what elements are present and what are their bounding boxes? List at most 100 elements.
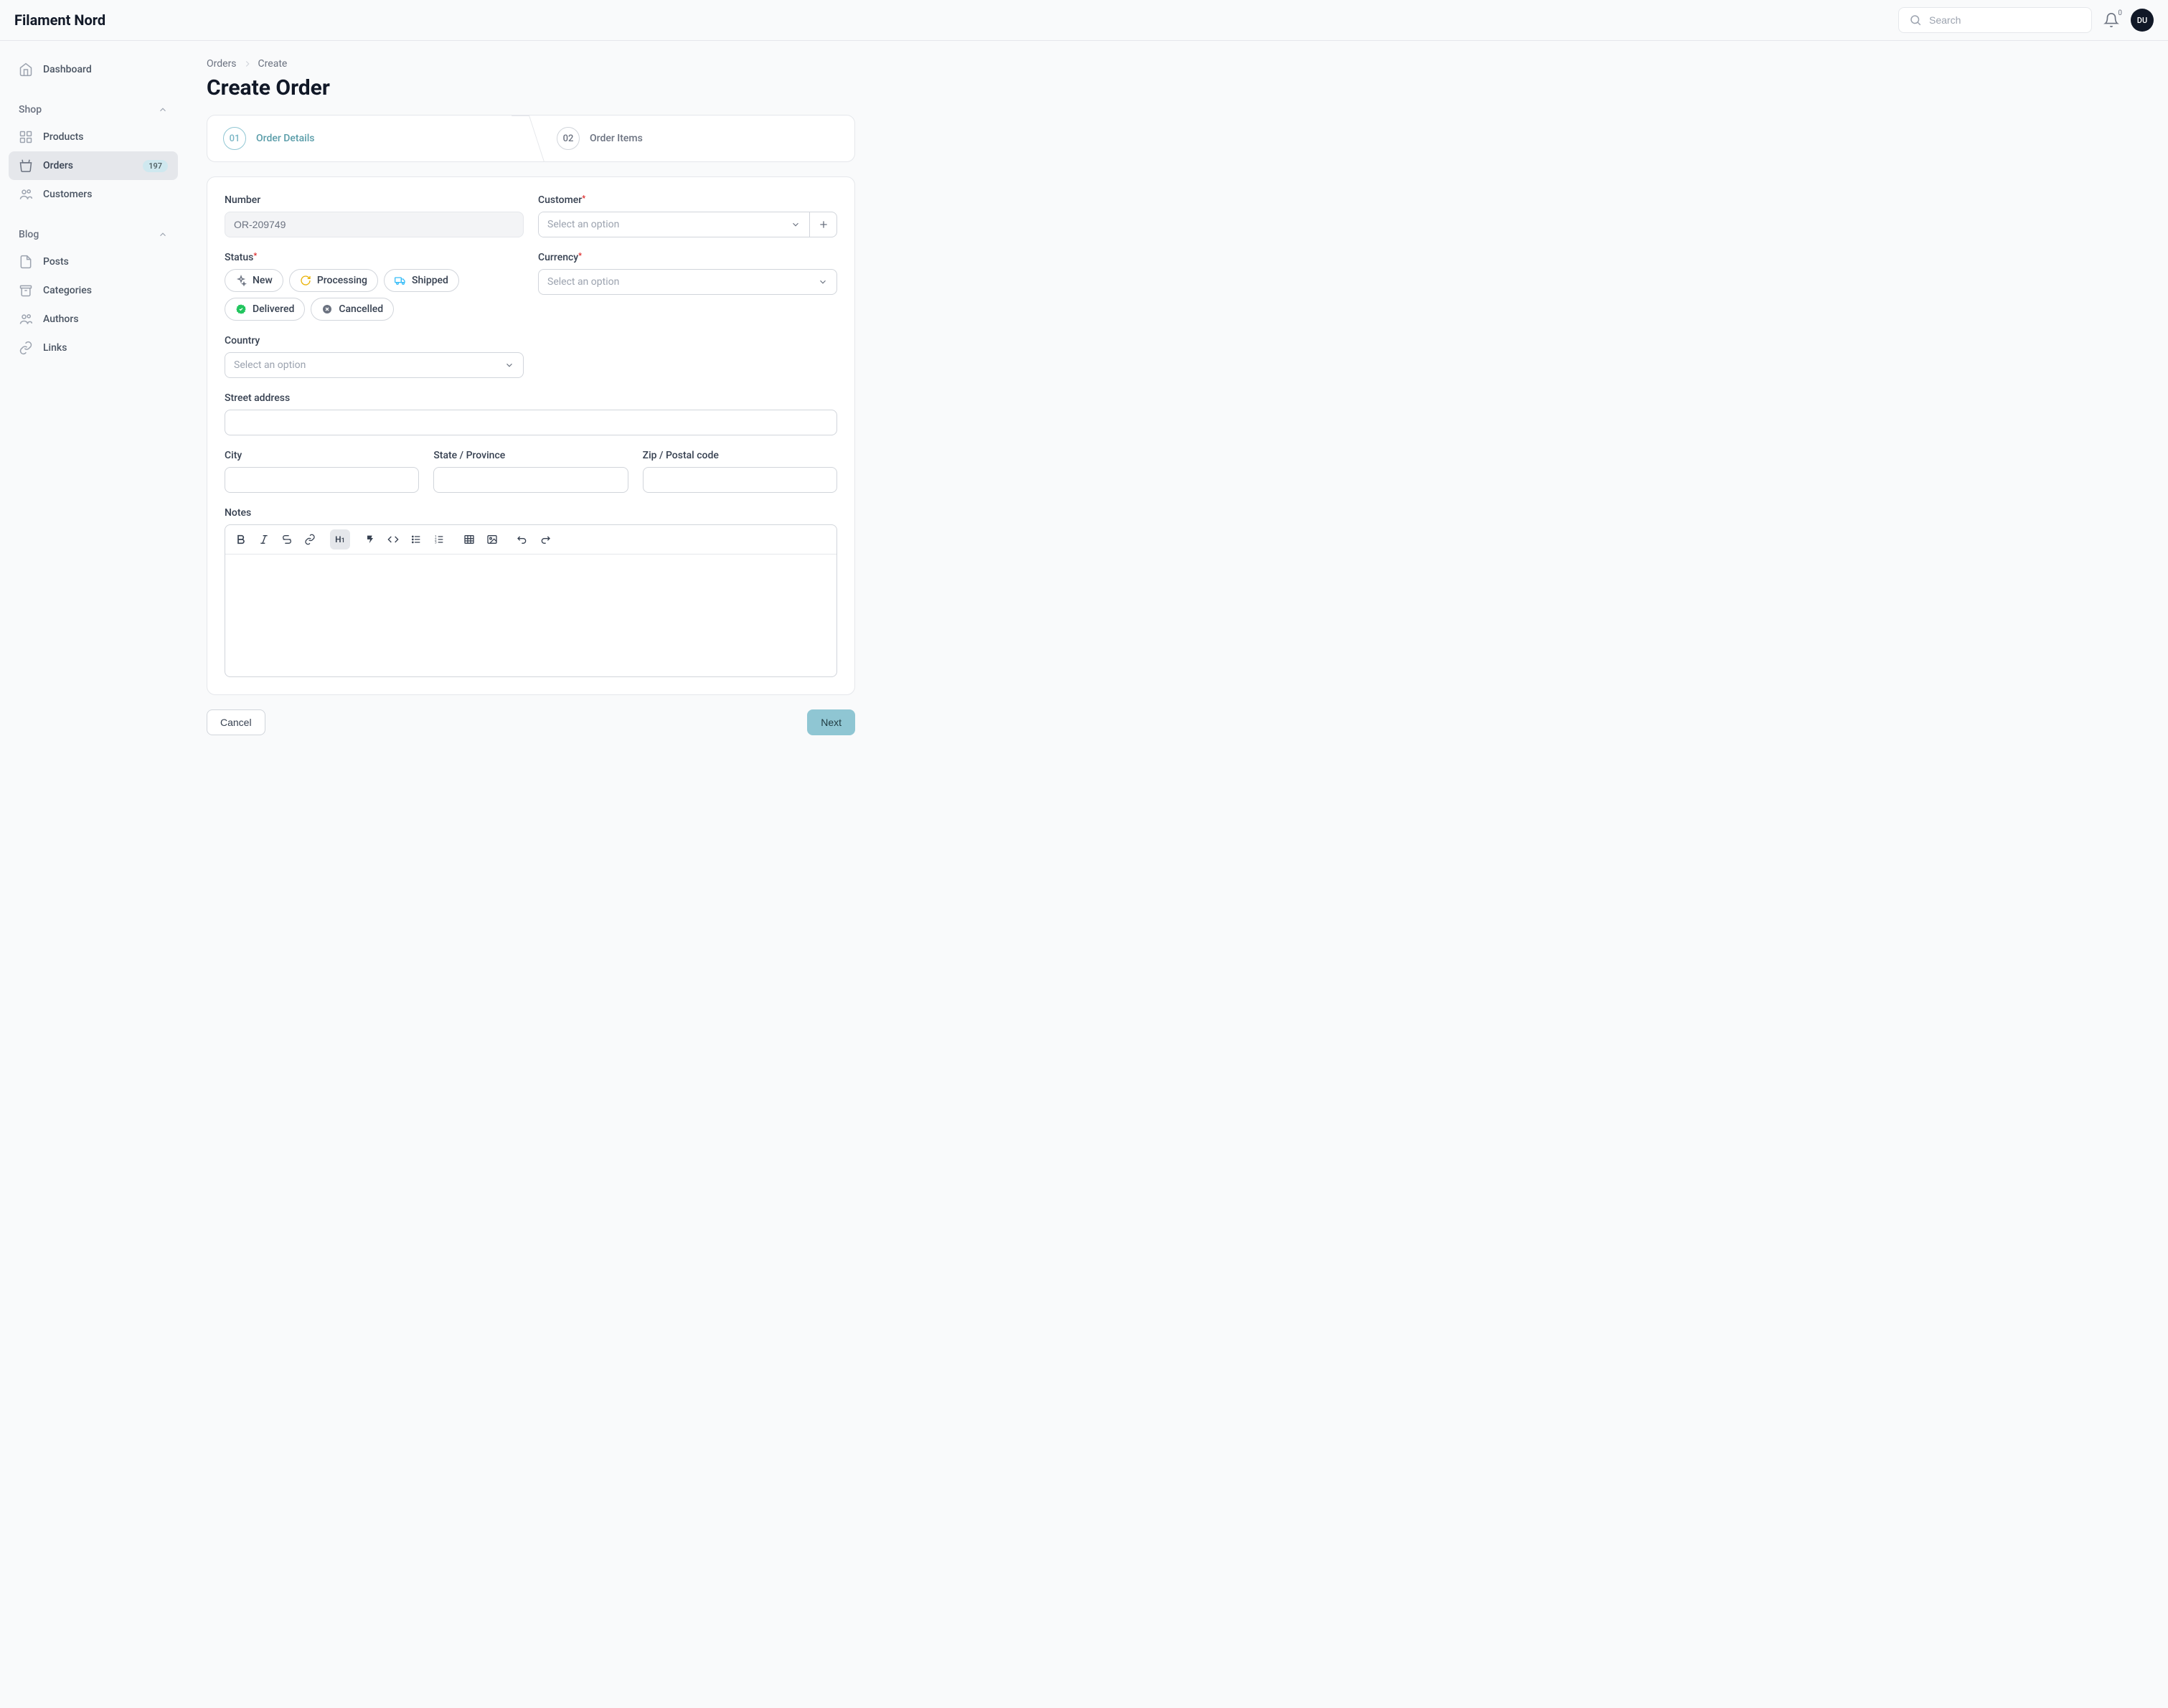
image-button[interactable] [482,529,502,549]
notifications-button[interactable]: 0 [2103,12,2119,28]
status-option-new[interactable]: New [225,269,283,292]
undo-button[interactable] [512,529,532,549]
topbar-right: 0 DU [1898,7,2154,33]
breadcrumb-current: Create [258,58,288,70]
status-option-cancelled[interactable]: Cancelled [311,298,394,321]
check-badge-icon [235,303,247,315]
next-button[interactable]: Next [807,709,855,735]
step-label: Order Details [256,133,314,144]
country-select[interactable]: Select an option [225,352,524,378]
truck-icon [395,275,406,286]
chevron-right-icon [242,59,253,69]
link-button[interactable] [300,529,320,549]
chevron-down-icon [504,360,514,370]
refresh-icon [300,275,311,286]
sidebar-item-label: Posts [43,256,168,268]
notes-body[interactable] [225,555,836,676]
field-city: City [225,450,419,493]
customer-label: Customer* [538,194,837,206]
redo-button[interactable] [535,529,555,549]
search-input[interactable] [1929,14,2081,26]
number-input [225,212,524,237]
breadcrumb-parent[interactable]: Orders [207,58,237,70]
sidebar-item-label: Categories [43,285,168,296]
currency-select[interactable]: Select an option [538,269,837,295]
cancel-button[interactable]: Cancel [207,709,265,735]
zip-label: Zip / Postal code [643,450,837,461]
quote-icon [364,534,376,545]
number-label: Number [225,194,524,206]
form-footer: Cancel Next [207,709,855,735]
sidebar-item-label: Links [43,342,168,354]
bullet-list-button[interactable] [406,529,426,549]
street-input[interactable] [225,410,837,435]
add-customer-button[interactable] [809,212,836,237]
code-button[interactable] [383,529,403,549]
ordered-list-button[interactable]: 123 [429,529,449,549]
sidebar-group-blog[interactable]: Blog [9,222,178,247]
form-panel: Number Customer* Select an option [207,176,855,695]
sidebar-item-orders[interactable]: Orders 197 [9,151,178,180]
step-label: Order Items [590,133,643,144]
brand: Filament Nord [14,11,105,29]
field-street: Street address [225,392,837,435]
wizard-step-order-items[interactable]: 02 Order Items [521,115,854,161]
table-button[interactable] [459,529,479,549]
heading-button[interactable]: H1 [330,529,350,549]
main-content: Orders Create Create Order 01 Order Deta… [187,41,875,764]
sidebar-item-customers[interactable]: Customers [9,180,178,209]
step-number: 02 [557,127,580,150]
orders-count-badge: 197 [143,160,168,172]
search-icon [1909,14,1922,27]
status-option-shipped[interactable]: Shipped [384,269,459,292]
field-state: State / Province [433,450,628,493]
sidebar-group-shop[interactable]: Shop [9,97,178,123]
customer-select[interactable]: Select an option [539,212,809,237]
wizard-step-order-details[interactable]: 01 Order Details [207,115,521,161]
field-zip: Zip / Postal code [643,450,837,493]
field-number: Number [225,194,524,237]
sidebar-item-dashboard[interactable]: Dashboard [9,55,178,84]
chevron-down-icon [791,220,801,230]
bold-icon [235,534,247,545]
users-icon [19,187,33,202]
field-currency: Currency* Select an option [538,252,837,321]
status-radio-group: New Processing Shipped [225,269,524,321]
zip-input[interactable] [643,467,837,493]
page-title: Create Order [207,75,855,100]
strikethrough-icon [281,534,293,545]
state-label: State / Province [433,450,628,461]
sidebar-item-authors[interactable]: Authors [9,305,178,334]
status-option-processing[interactable]: Processing [289,269,378,292]
italic-button[interactable] [254,529,274,549]
status-option-delivered[interactable]: Delivered [225,298,305,321]
editor-toolbar: H1 123 [225,525,836,555]
topbar: Filament Nord 0 DU [0,0,2168,41]
city-input[interactable] [225,467,419,493]
users-icon [19,312,33,326]
strike-button[interactable] [277,529,297,549]
sidebar: Dashboard Shop Products Orders 197 [0,41,187,764]
sidebar-item-label: Products [43,131,168,143]
quote-button[interactable] [360,529,380,549]
bag-icon [19,159,33,173]
sidebar-item-categories[interactable]: Categories [9,276,178,305]
sidebar-item-products[interactable]: Products [9,123,178,151]
breadcrumb: Orders Create [207,58,855,70]
sidebar-item-links[interactable]: Links [9,334,178,362]
bold-button[interactable] [231,529,251,549]
chevron-up-icon [158,105,168,115]
plus-icon [818,219,829,230]
sidebar-item-posts[interactable]: Posts [9,247,178,276]
status-label: Status* [225,252,524,263]
user-avatar[interactable]: DU [2131,9,2154,32]
state-input[interactable] [433,467,628,493]
document-icon [19,255,33,269]
table-icon [463,534,475,545]
undo-icon [517,534,528,545]
sidebar-item-label: Customers [43,189,168,200]
field-customer: Customer* Select an option [538,194,837,237]
bullet-list-icon [410,534,422,545]
global-search[interactable] [1898,7,2092,33]
chevron-down-icon [818,277,828,287]
